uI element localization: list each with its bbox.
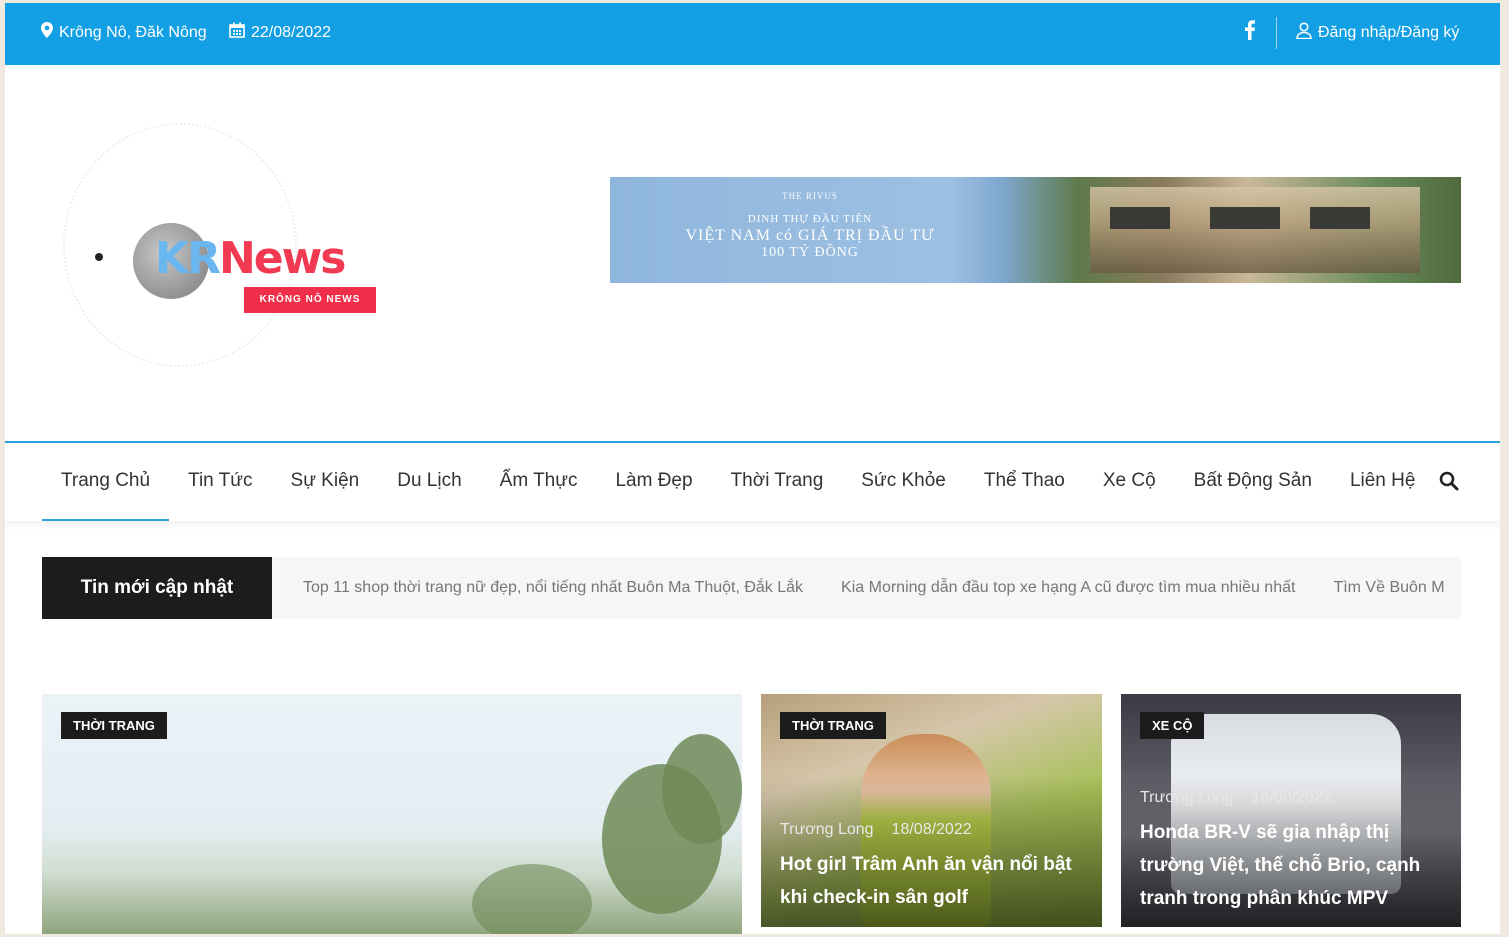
topbar-divider <box>1276 17 1277 49</box>
category-tag[interactable]: THỜI TRANG <box>780 712 886 739</box>
ad-banner[interactable]: THE RIVUS DINH THỰ ĐẦU TIÊN VIỆT NAM có … <box>610 177 1461 283</box>
article-card[interactable]: THỜI TRANG Trương Long 18/08/2022 Hot gi… <box>761 694 1102 927</box>
top-bar: Krông Nô, Đăk Nông 22/08/2022 Đăng nhập/… <box>5 3 1500 65</box>
page: Krông Nô, Đăk Nông 22/08/2022 Đăng nhập/… <box>5 3 1500 934</box>
article-author[interactable]: Trương Long <box>780 821 874 839</box>
featured-article-card[interactable]: THỜI TRANG <box>42 694 742 934</box>
calendar-icon <box>229 22 245 43</box>
location-text: Krông Nô, Đăk Nông <box>59 23 207 41</box>
nav-item-bat-dong-san[interactable]: Bất Động Sản <box>1175 443 1331 521</box>
login-text: Đăng nhập/Đăng ký <box>1318 24 1460 41</box>
banner-text: THE RIVUS DINH THỰ ĐẦU TIÊN VIỆT NAM có … <box>640 191 980 261</box>
nav-item-suc-khoe[interactable]: Sức Khỏe <box>842 443 965 521</box>
list-bullet <box>95 253 103 261</box>
ticker-items: Top 11 shop thời trang nữ đẹp, nổi tiếng… <box>303 557 1445 619</box>
login-link[interactable]: Đăng nhập/Đăng ký <box>1296 22 1459 44</box>
current-date: 22/08/2022 <box>229 22 331 43</box>
article-title[interactable]: Hot girl Trâm Anh ăn vận nổi bật khi che… <box>780 848 1083 914</box>
banner-line2: VIỆT NAM có GIÁ TRỊ ĐẦU TƯ <box>685 227 935 244</box>
location: Krông Nô, Đăk Nông <box>41 22 207 43</box>
article-meta: Trương Long 18/08/2022 <box>780 821 972 839</box>
banner-brand: THE RIVUS <box>782 191 838 201</box>
nav-item-xe-co[interactable]: Xe Cộ <box>1084 443 1175 521</box>
news-ticker: Tin mới cập nhật Top 11 shop thời trang … <box>42 557 1461 619</box>
ticker-item[interactable]: Top 11 shop thời trang nữ đẹp, nổi tiếng… <box>303 557 803 619</box>
date-text: 22/08/2022 <box>251 23 332 41</box>
ticker-label: Tin mới cập nhật <box>42 557 272 619</box>
article-date: 18/08/2022 <box>891 821 972 838</box>
tree-foliage <box>662 734 742 844</box>
nav-item-du-lich[interactable]: Du Lịch <box>378 443 480 521</box>
nav-item-lam-dep[interactable]: Làm Đẹp <box>596 443 711 521</box>
user-icon <box>1296 22 1312 44</box>
nav-item-trang-chu[interactable]: Trang Chủ <box>42 443 170 521</box>
nav-item-the-thao[interactable]: Thể Thao <box>965 443 1084 521</box>
nav-item-su-kien[interactable]: Sự Kiện <box>272 443 379 521</box>
map-pin-icon <box>41 22 53 43</box>
nav-item-thoi-trang[interactable]: Thời Trang <box>712 443 843 521</box>
banner-window <box>1310 207 1370 229</box>
nav-item-tin-tuc[interactable]: Tin Tức <box>169 443 271 521</box>
banner-window <box>1110 207 1170 229</box>
banner-line3: 100 TỶ ĐỒNG <box>761 245 859 260</box>
facebook-icon[interactable] <box>1245 20 1255 40</box>
article-title[interactable]: Honda BR-V sẽ gia nhập thị trường Việt, … <box>1140 816 1442 915</box>
nav-menu: Trang Chủ Tin Tức Sự Kiện Du Lịch Ẩm Thự… <box>42 443 1434 521</box>
category-tag[interactable]: THỜI TRANG <box>61 712 167 739</box>
banner-villa-image <box>1090 187 1420 273</box>
ticker-item[interactable]: Tìm Về Buôn M <box>1333 557 1444 619</box>
category-tag[interactable]: XE CỘ <box>1140 712 1205 739</box>
site-header: KRNews KRÔNG NÔ NEWS THE RIVUS DINH THỰ … <box>5 65 1500 441</box>
article-meta: Trương Long 18/08/2022 <box>1140 789 1332 807</box>
nav-item-lien-he[interactable]: Liên Hệ <box>1331 443 1435 521</box>
article-card[interactable]: XE CỘ Trương Long 18/08/2022 Honda BR-V … <box>1121 694 1461 927</box>
ticker-item[interactable]: Kia Morning dẫn đầu top xe hạng A cũ đượ… <box>841 557 1295 619</box>
tree-foliage <box>472 864 592 934</box>
nav-item-am-thuc[interactable]: Ẩm Thực <box>481 443 597 521</box>
banner-window <box>1210 207 1280 229</box>
search-icon[interactable] <box>1439 471 1461 493</box>
logo-text: KRNews <box>155 233 346 284</box>
banner-line1: DINH THỰ ĐẦU TIÊN <box>747 213 873 225</box>
logo-subtitle: KRÔNG NÔ NEWS <box>244 287 376 313</box>
article-date: 18/08/2022 <box>1251 789 1332 806</box>
main-nav: Trang Chủ Tin Tức Sự Kiện Du Lịch Ẩm Thự… <box>5 441 1500 521</box>
article-author[interactable]: Trương Long <box>1140 789 1234 807</box>
